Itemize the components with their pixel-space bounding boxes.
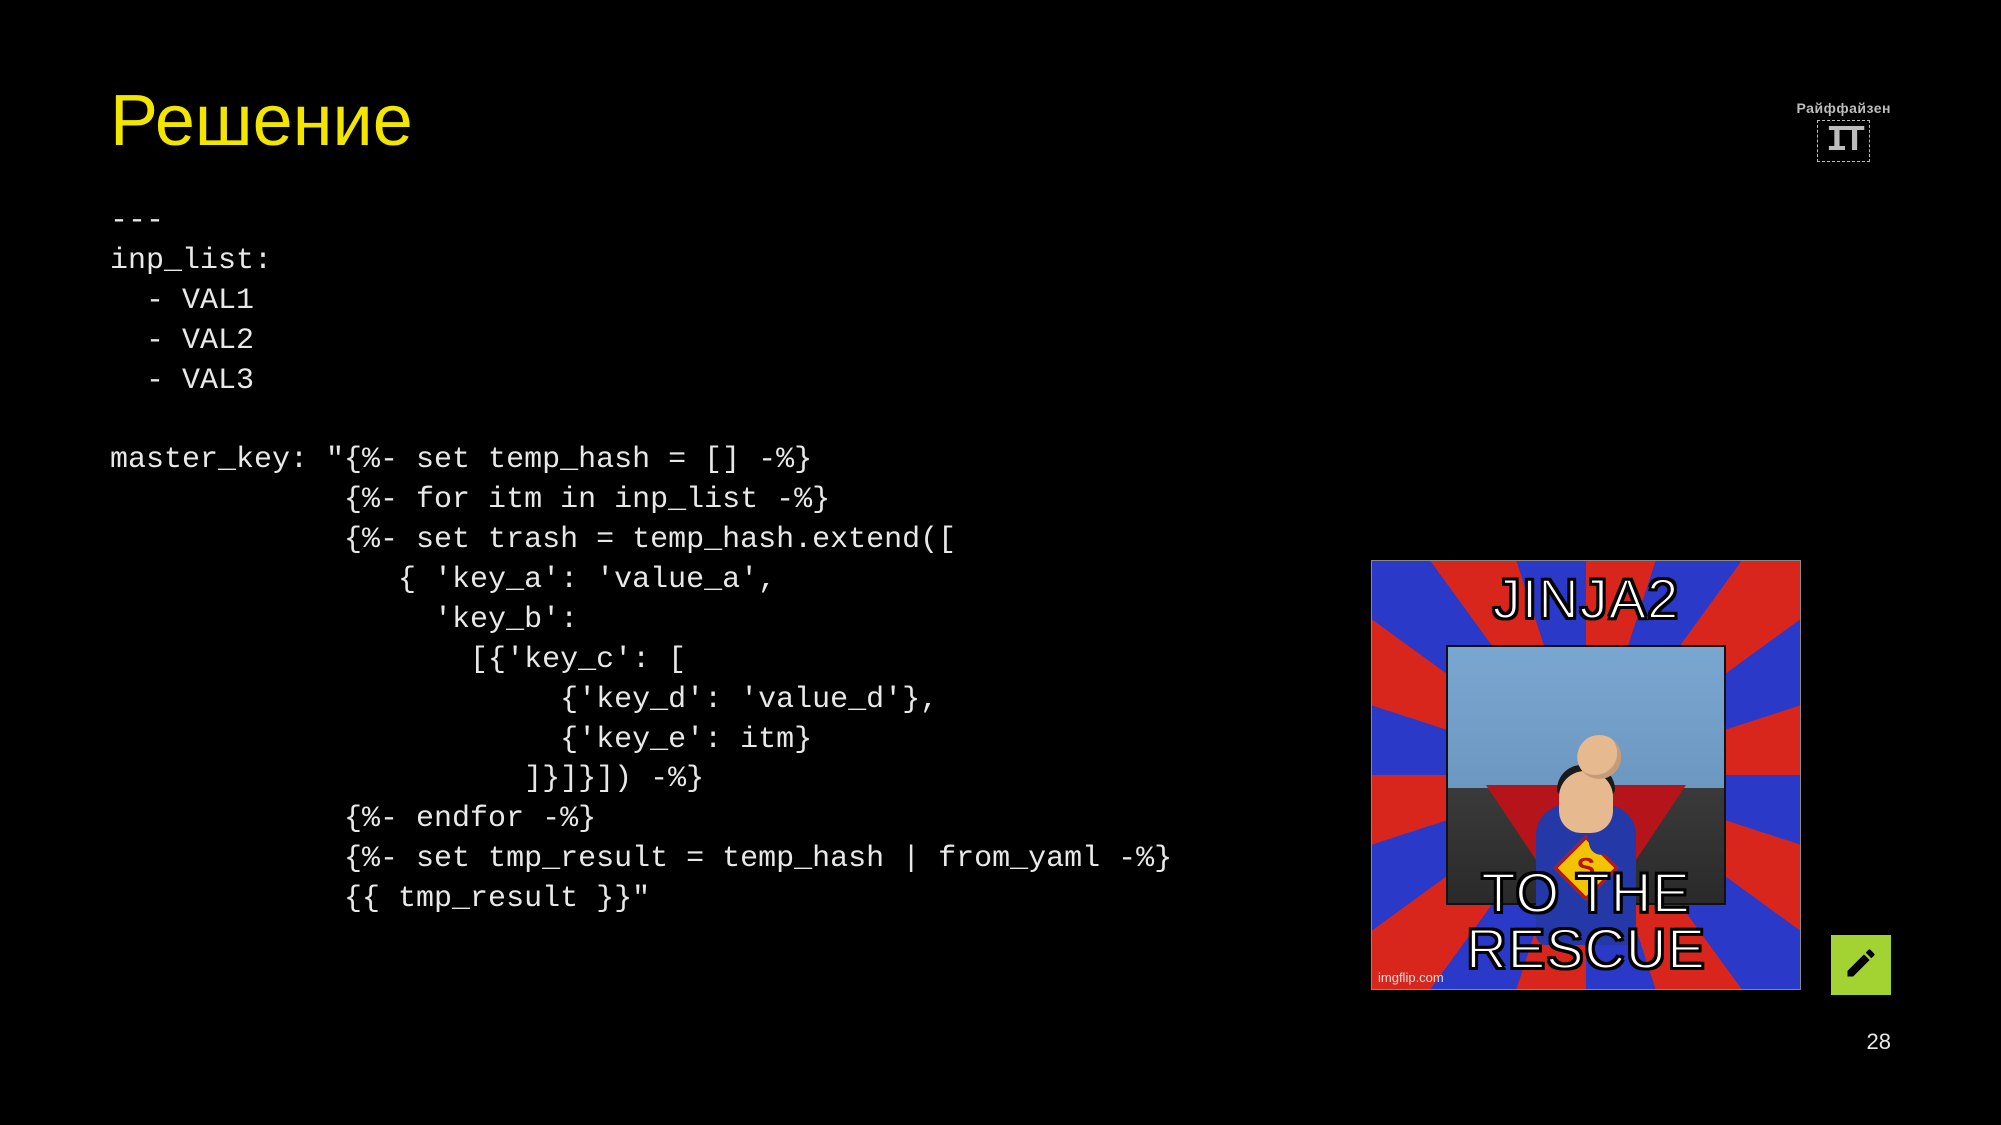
meme-caption-bottom: TO THE RESCUE (1372, 865, 1800, 977)
brand-name: Райффайзен (1797, 100, 1891, 116)
slide-title: Решение (110, 80, 1891, 162)
meme-caption-top: JINJA2 (1372, 571, 1800, 627)
meme-credit: imgflip.com (1378, 970, 1444, 985)
page-number: 28 (1867, 1029, 1891, 1055)
edit-badge (1831, 935, 1891, 995)
meme-image: JINJA2 TO THE RESCUE imgflip.com (1371, 560, 1801, 990)
brand-sub: IT (1817, 120, 1870, 162)
slide: Решение Райффайзен IT --- inp_list: - VA… (0, 0, 2001, 1125)
pencil-icon (1843, 945, 1879, 986)
brand-logo: Райффайзен IT (1797, 100, 1891, 162)
